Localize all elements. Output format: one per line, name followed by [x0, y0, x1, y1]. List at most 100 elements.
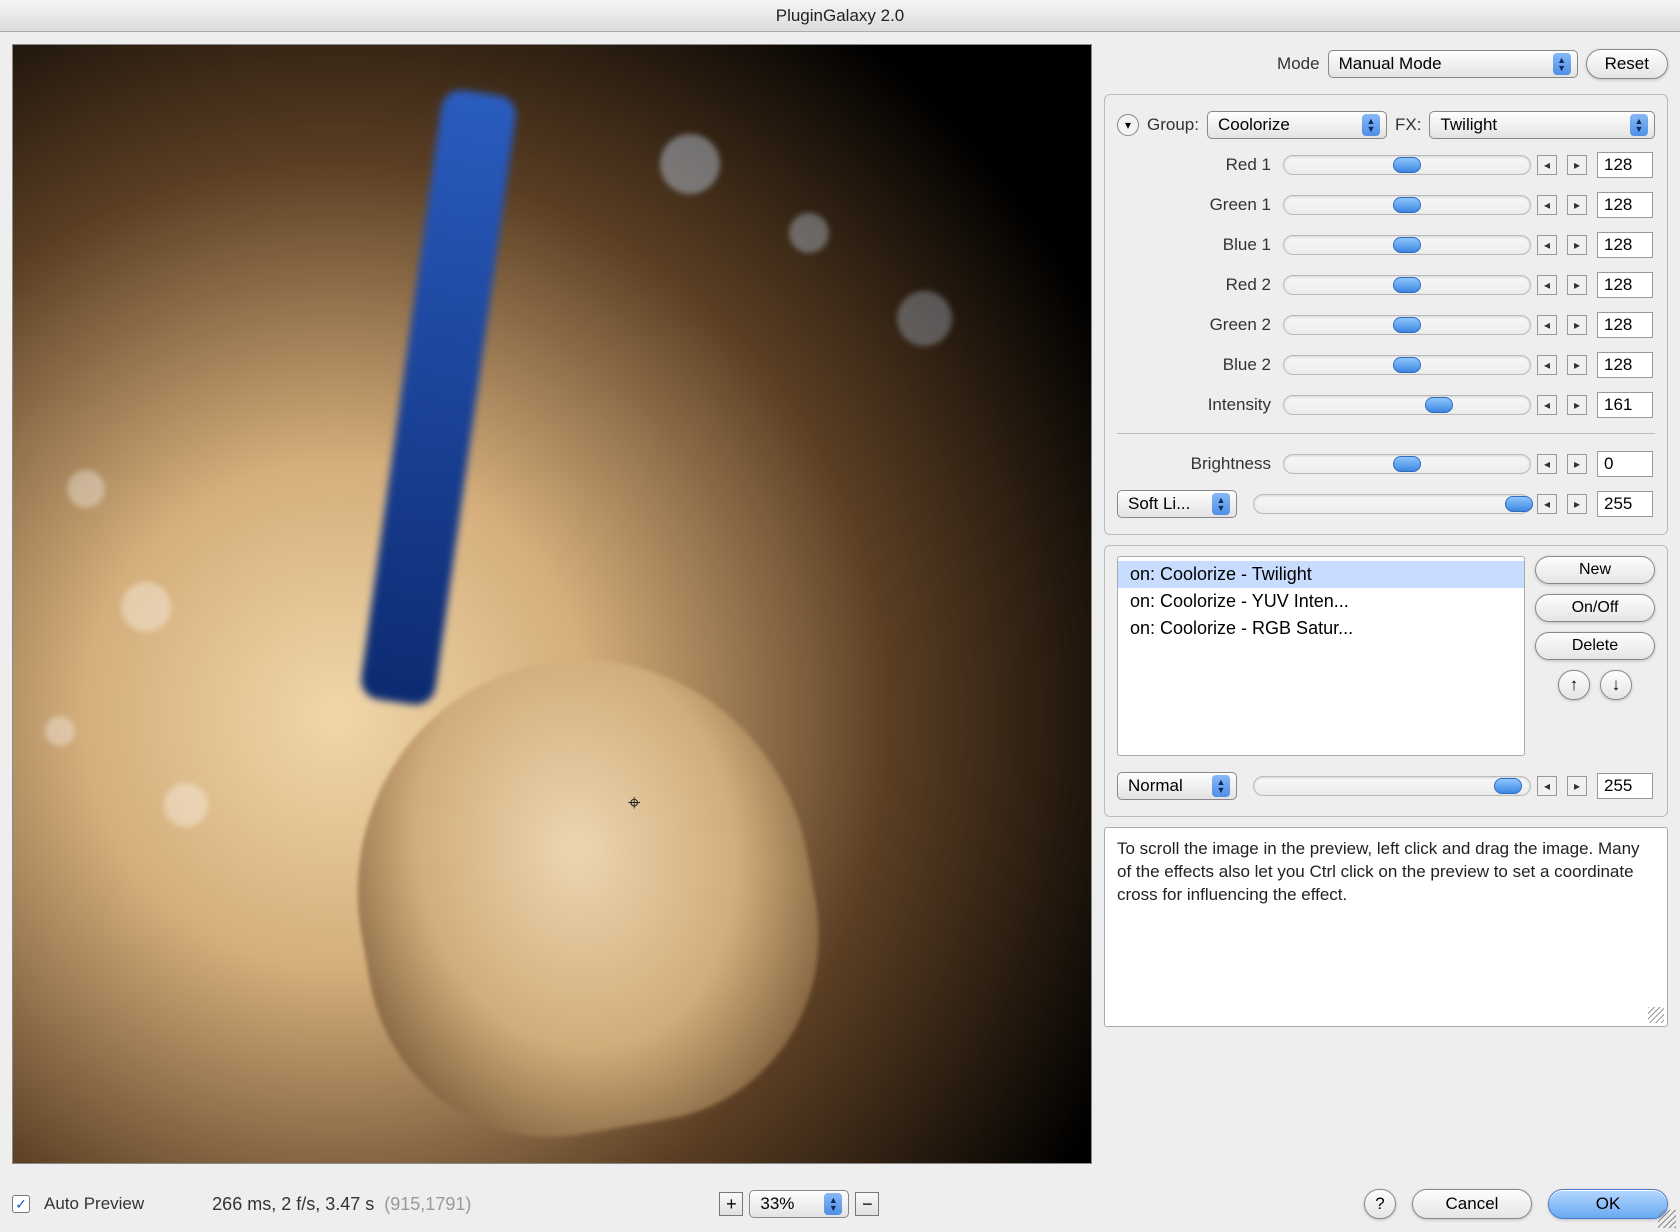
slider-thumb[interactable] [1393, 357, 1421, 373]
effect-list-item[interactable]: on: Coolorize - YUV Inten... [1118, 588, 1524, 615]
slider-thumb[interactable] [1393, 157, 1421, 173]
effect-list[interactable]: on: Coolorize - Twilighton: Coolorize - … [1117, 556, 1525, 756]
window-titlebar: PluginGalaxy 2.0 [0, 0, 1680, 32]
collapse-toggle[interactable]: ▾ [1117, 114, 1139, 136]
slider-label: Blue 2 [1117, 355, 1277, 375]
color-slider[interactable] [1283, 155, 1531, 175]
slider-label: Blue 1 [1117, 235, 1277, 255]
slider-thumb[interactable] [1393, 197, 1421, 213]
step-left-button[interactable]: ◂ [1537, 155, 1557, 175]
delete-button[interactable]: Delete [1535, 632, 1655, 660]
color-slider-row: Red 2 ◂ ▸ 128 [1117, 265, 1655, 305]
slider-value[interactable]: 128 [1597, 152, 1653, 178]
updown-arrows-icon: ▲▼ [1362, 114, 1380, 136]
new-button[interactable]: New [1535, 556, 1655, 584]
slider-label: Intensity [1117, 395, 1277, 415]
image-preview[interactable]: ⌖ [12, 44, 1092, 1164]
step-right-button[interactable]: ▸ [1567, 235, 1587, 255]
step-left-button[interactable]: ◂ [1537, 355, 1557, 375]
color-slider[interactable] [1283, 315, 1531, 335]
step-left-button[interactable]: ◂ [1537, 494, 1557, 514]
updown-arrows-icon: ▲▼ [824, 1193, 842, 1215]
master-slider[interactable] [1253, 776, 1531, 796]
slider-value[interactable]: 161 [1597, 392, 1653, 418]
color-slider-row: Red 1 ◂ ▸ 128 [1117, 145, 1655, 185]
step-right-button[interactable]: ▸ [1567, 494, 1587, 514]
step-left-button[interactable]: ◂ [1537, 235, 1557, 255]
fx-label: FX: [1395, 115, 1421, 135]
cancel-button[interactable]: Cancel [1412, 1189, 1532, 1219]
slider-thumb[interactable] [1393, 237, 1421, 253]
blend-mode-select[interactable]: Soft Li... ▲▼ [1117, 490, 1237, 518]
slider-thumb[interactable] [1425, 397, 1453, 413]
resize-handle-icon[interactable] [1648, 1007, 1664, 1023]
zoom-in-button[interactable]: + [719, 1192, 743, 1216]
auto-preview-label: Auto Preview [44, 1194, 144, 1214]
slider-label: Red 2 [1117, 275, 1277, 295]
slider-value[interactable]: 128 [1597, 272, 1653, 298]
slider-value[interactable]: 128 [1597, 312, 1653, 338]
effect-list-item[interactable]: on: Coolorize - RGB Satur... [1118, 615, 1524, 642]
color-slider-row: Green 1◂▸128 [1117, 185, 1655, 225]
render-stats: 266 ms, 2 f/s, 3.47 s (915,1791) [212, 1194, 471, 1215]
slider-value[interactable]: 128 [1597, 352, 1653, 378]
step-left-button[interactable]: ◂ [1537, 195, 1557, 215]
move-down-button[interactable]: ↓ [1600, 670, 1632, 700]
updown-arrows-icon: ▲▼ [1630, 114, 1648, 136]
brightness-slider[interactable] [1283, 454, 1531, 474]
brightness-slider-row: Brightness ◂ ▸ 0 [1117, 444, 1655, 484]
onoff-button[interactable]: On/Off [1535, 594, 1655, 622]
step-left-button[interactable]: ◂ [1537, 315, 1557, 335]
slider-value[interactable]: 128 [1597, 232, 1653, 258]
blend-slider-row: Soft Li... ▲▼ ◂ ▸ 255 [1117, 484, 1655, 524]
effect-list-item[interactable]: on: Coolorize - Twilight [1118, 561, 1524, 588]
slider-thumb[interactable] [1393, 277, 1421, 293]
color-slider[interactable] [1283, 395, 1531, 415]
step-right-button[interactable]: ▸ [1567, 315, 1587, 335]
zoom-out-button[interactable]: − [855, 1192, 879, 1216]
step-right-button[interactable]: ▸ [1567, 395, 1587, 415]
blend-slider[interactable] [1253, 494, 1531, 514]
group-label: Group: [1147, 115, 1199, 135]
slider-thumb[interactable] [1393, 317, 1421, 333]
ok-button[interactable]: OK [1548, 1189, 1668, 1219]
hint-text-area: To scroll the image in the preview, left… [1104, 827, 1668, 1027]
color-slider[interactable] [1283, 275, 1531, 295]
step-right-button[interactable]: ▸ [1567, 275, 1587, 295]
slider-value[interactable]: 128 [1597, 192, 1653, 218]
slider-thumb[interactable] [1393, 456, 1421, 472]
step-right-button[interactable]: ▸ [1567, 454, 1587, 474]
step-right-button[interactable]: ▸ [1567, 776, 1587, 796]
color-slider-row: Intensity ◂ ▸ 161 [1117, 385, 1655, 425]
step-left-button[interactable]: ◂ [1537, 275, 1557, 295]
auto-preview-checkbox[interactable]: ✓ [12, 1195, 30, 1213]
slider-thumb[interactable] [1494, 778, 1522, 794]
step-left-button[interactable]: ◂ [1537, 776, 1557, 796]
blend-value[interactable]: 255 [1597, 491, 1653, 517]
color-slider-row: Blue 1 ◂ ▸ 128 [1117, 225, 1655, 265]
color-slider-row: Green 2◂▸128 [1117, 305, 1655, 345]
reset-button[interactable]: Reset [1586, 49, 1668, 79]
step-right-button[interactable]: ▸ [1567, 355, 1587, 375]
step-right-button[interactable]: ▸ [1567, 195, 1587, 215]
color-slider[interactable] [1283, 355, 1531, 375]
step-left-button[interactable]: ◂ [1537, 454, 1557, 474]
master-value[interactable]: 255 [1597, 773, 1653, 799]
window-resize-handle-icon[interactable] [1658, 1210, 1676, 1228]
step-left-button[interactable]: ◂ [1537, 395, 1557, 415]
step-right-button[interactable]: ▸ [1567, 155, 1587, 175]
mode-select[interactable]: Manual Mode ▲▼ [1328, 50, 1578, 78]
mode-label: Mode [1277, 54, 1320, 74]
color-slider[interactable] [1283, 195, 1531, 215]
crosshair-cursor-icon: ⌖ [628, 790, 640, 816]
master-mode-select[interactable]: Normal ▲▼ [1117, 772, 1237, 800]
group-select[interactable]: Coolorize ▲▼ [1207, 111, 1387, 139]
color-slider[interactable] [1283, 235, 1531, 255]
brightness-value[interactable]: 0 [1597, 451, 1653, 477]
slider-label: Red 1 [1117, 155, 1277, 175]
fx-select[interactable]: Twilight ▲▼ [1429, 111, 1655, 139]
zoom-select[interactable]: 33% ▲▼ [749, 1190, 849, 1218]
move-up-button[interactable]: ↑ [1558, 670, 1590, 700]
slider-thumb[interactable] [1505, 496, 1533, 512]
help-button[interactable]: ? [1364, 1189, 1396, 1219]
